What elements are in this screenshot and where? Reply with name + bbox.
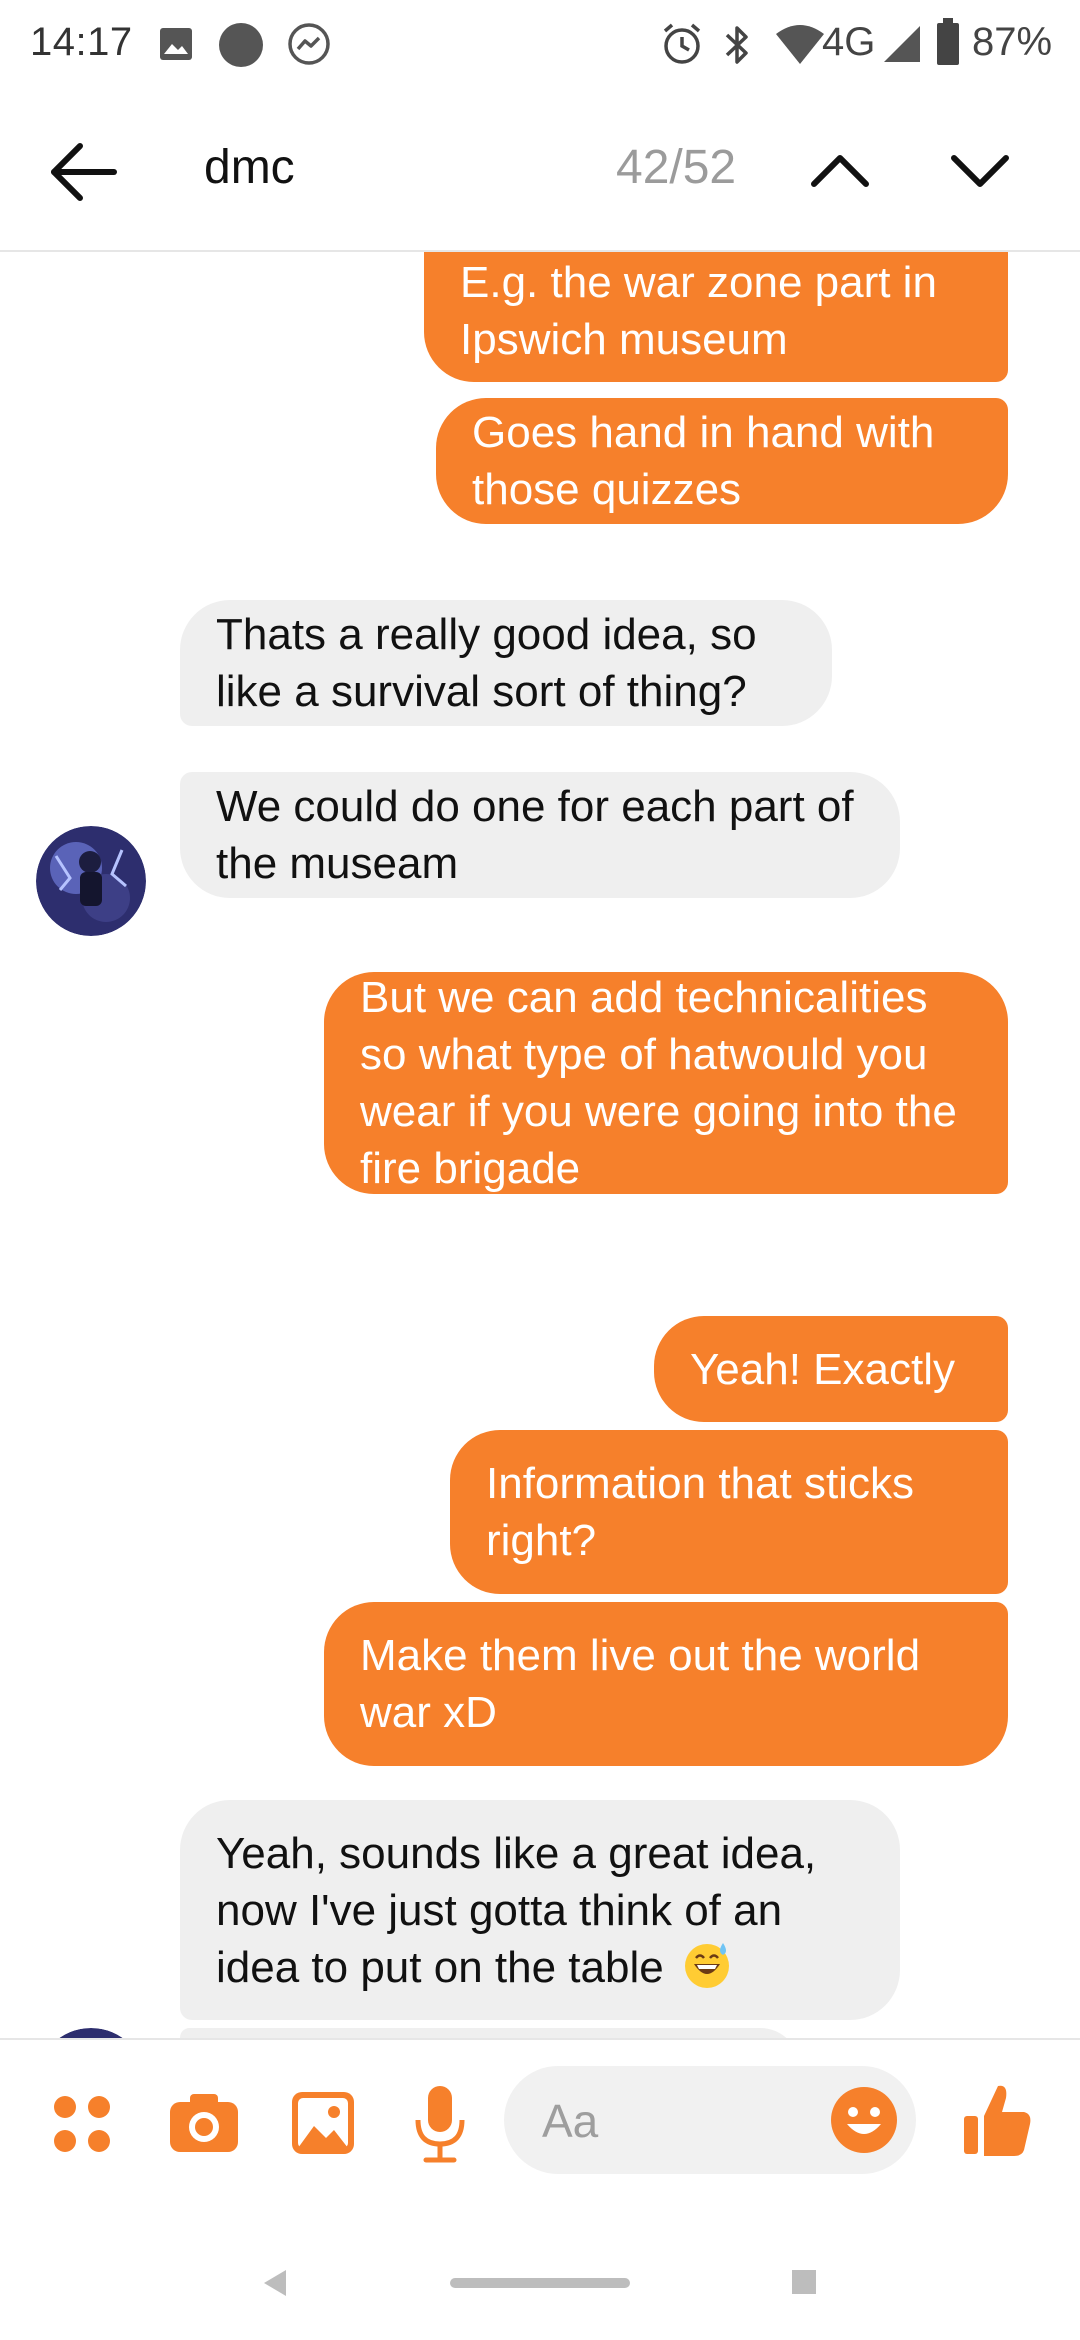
message-bubble-incoming[interactable]: Thats a really good idea, so like a surv… bbox=[180, 600, 832, 726]
bluetooth-icon bbox=[725, 26, 748, 64]
gallery-icon[interactable] bbox=[290, 2090, 356, 2156]
nav-home-pill[interactable] bbox=[450, 2278, 630, 2288]
message-text: Make them live out the world war xD bbox=[360, 1631, 921, 1737]
system-navigation-bar bbox=[0, 2198, 1080, 2340]
emoji-icon[interactable] bbox=[830, 2086, 898, 2154]
thumbs-up-like-icon[interactable] bbox=[962, 2080, 1032, 2158]
message-bubble-outgoing[interactable]: Information that sticks right? bbox=[450, 1430, 1008, 1594]
previous-result-chevron-up-icon[interactable] bbox=[808, 142, 872, 198]
message-thread[interactable]: E.g. the war zone part in Ipswich museum… bbox=[0, 252, 1080, 2040]
message-bubble-outgoing[interactable]: Make them live out the world war xD bbox=[324, 1602, 1008, 1766]
message-text: E.g. the war zone part in Ipswich museum bbox=[460, 258, 937, 364]
grinning-sweat-emoji-icon bbox=[684, 1942, 729, 1988]
message-text: Thats a really good idea, so like a surv… bbox=[216, 610, 757, 716]
message-input-placeholder: Aa bbox=[542, 2095, 599, 2147]
message-bubble-outgoing[interactable]: E.g. the war zone part in Ipswich museum bbox=[424, 252, 1008, 382]
message-bubble-incoming[interactable]: Yeah, sounds like a great idea, now I've… bbox=[180, 1800, 900, 2020]
messenger-icon bbox=[288, 23, 330, 65]
battery-percent: 87% bbox=[972, 20, 1053, 64]
message-bubble-outgoing[interactable]: But we can add technicalities so what ty… bbox=[324, 972, 1008, 1194]
status-bar: 14:17 4G 87% bbox=[0, 0, 1080, 90]
nav-back-triangle-icon[interactable] bbox=[262, 2268, 288, 2298]
network-type: 4G bbox=[822, 20, 876, 64]
next-result-chevron-down-icon[interactable] bbox=[948, 142, 1012, 198]
message-text: Goes hand in hand with those quizzes bbox=[472, 408, 935, 514]
more-apps-icon[interactable] bbox=[52, 2094, 112, 2154]
dot-icon bbox=[219, 23, 263, 67]
image-icon bbox=[160, 28, 192, 60]
search-query[interactable]: dmc bbox=[204, 140, 295, 195]
search-result-counter: 42/52 bbox=[616, 141, 737, 194]
battery-icon bbox=[937, 18, 959, 65]
camera-icon[interactable] bbox=[168, 2092, 240, 2154]
wifi-icon bbox=[776, 25, 824, 64]
back-arrow-icon[interactable] bbox=[48, 132, 118, 212]
signal-icon bbox=[884, 26, 920, 62]
contact-avatar[interactable] bbox=[36, 826, 146, 936]
message-bubble-outgoing[interactable]: Yeah! Exactly bbox=[654, 1316, 1008, 1422]
message-text: Yeah, sounds like a great idea, now I've… bbox=[216, 1828, 817, 1992]
search-header: dmc 42/52 bbox=[0, 90, 1080, 252]
microphone-icon[interactable] bbox=[412, 2084, 468, 2164]
message-input[interactable]: Aa bbox=[504, 2066, 916, 2174]
message-bubble-outgoing[interactable]: Goes hand in hand with those quizzes bbox=[436, 398, 1008, 524]
message-text: But we can add technicalities so what ty… bbox=[360, 973, 957, 1193]
message-text: Information that sticks right? bbox=[486, 1459, 914, 1565]
message-text: We could do one for each part of the mus… bbox=[216, 782, 854, 888]
alarm-icon bbox=[663, 23, 701, 64]
status-time: 14:17 bbox=[30, 20, 133, 64]
composer-bar: Aa bbox=[0, 2038, 1080, 2198]
message-bubble-incoming[interactable]: We could do one for each part of the mus… bbox=[180, 772, 900, 898]
message-text: Yeah! Exactly bbox=[690, 1344, 955, 1394]
nav-recents-square-icon[interactable] bbox=[792, 2270, 816, 2294]
